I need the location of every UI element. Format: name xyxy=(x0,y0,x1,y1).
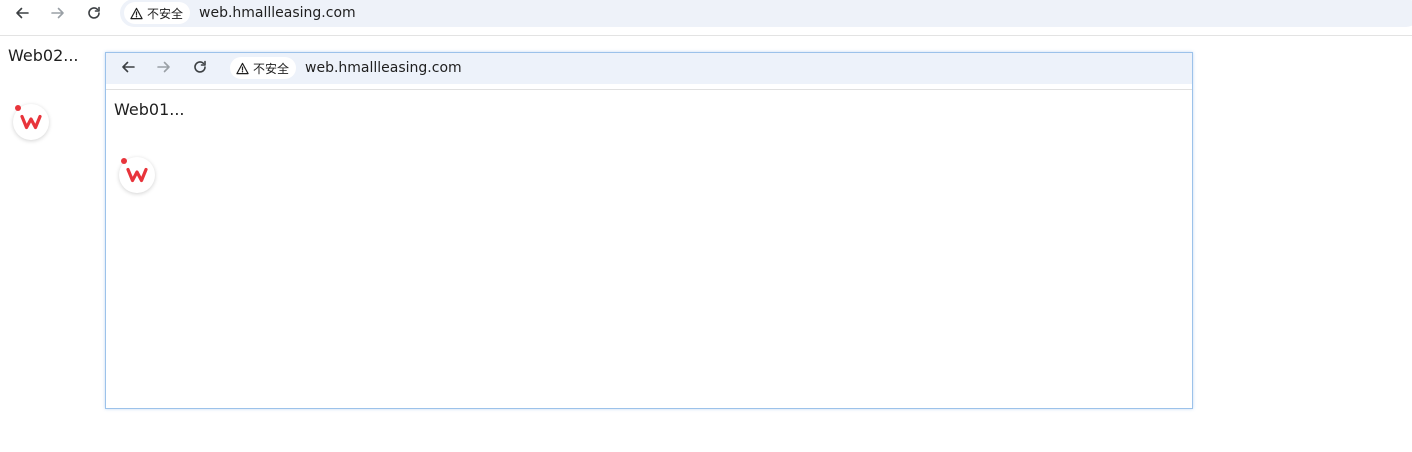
inner-browser-window: 不安全 web.hmallleasing.com Web01... xyxy=(105,52,1193,409)
forward-arrow-icon xyxy=(157,61,170,73)
inner-security-label: 不安全 xyxy=(253,61,290,76)
outer-wps-notification-dot xyxy=(15,105,21,111)
outer-security-chip[interactable]: 不安全 xyxy=(124,2,191,24)
warning-triangle-icon xyxy=(236,62,249,74)
warning-triangle-icon xyxy=(130,7,143,19)
inner-url-text[interactable]: web.hmallleasing.com xyxy=(305,60,462,76)
inner-security-chip[interactable]: 不安全 xyxy=(230,57,297,79)
inner-reload-button[interactable] xyxy=(188,55,212,79)
inner-page-heading: Web01... xyxy=(114,100,185,119)
reload-icon xyxy=(88,6,100,19)
inner-address-bar[interactable]: 不安全 web.hmallleasing.com xyxy=(226,54,1192,82)
back-arrow-icon xyxy=(16,7,29,19)
outer-url-text[interactable]: web.hmallleasing.com xyxy=(199,5,356,21)
outer-back-button[interactable] xyxy=(10,1,34,25)
inner-wps-notification-dot xyxy=(121,158,127,164)
wps-logo-icon xyxy=(20,114,42,130)
outer-forward-button[interactable] xyxy=(46,1,70,25)
inner-back-button[interactable] xyxy=(116,55,140,79)
outer-page-heading: Web02... xyxy=(8,46,79,65)
inner-forward-button[interactable] xyxy=(152,55,176,79)
wps-logo-icon xyxy=(126,167,148,183)
outer-toolbar-divider xyxy=(0,35,1412,36)
forward-arrow-icon xyxy=(51,7,64,19)
outer-security-label: 不安全 xyxy=(147,6,184,21)
outer-reload-button[interactable] xyxy=(82,1,106,25)
reload-icon xyxy=(194,60,206,73)
back-arrow-icon xyxy=(122,61,135,73)
inner-toolbar-divider xyxy=(106,89,1192,90)
outer-address-bar[interactable]: 不安全 web.hmallleasing.com xyxy=(120,0,1412,27)
